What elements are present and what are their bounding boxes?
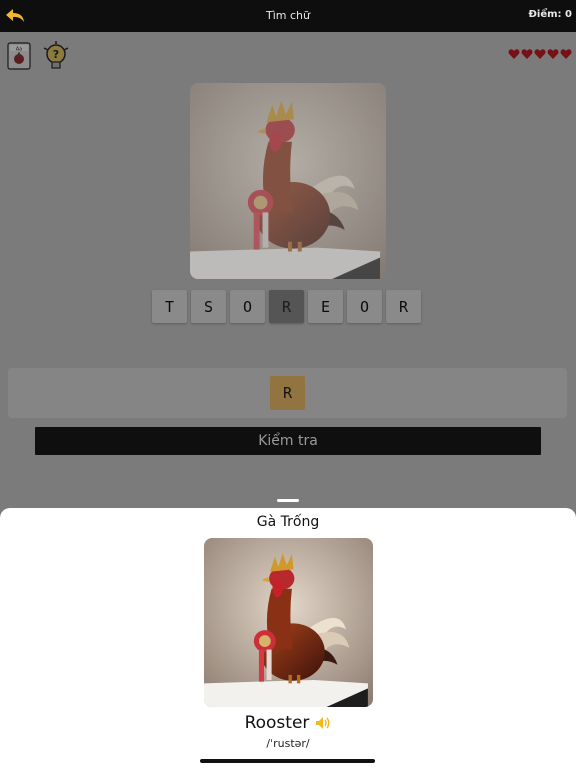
check-button[interactable]: Kiểm tra <box>35 427 541 455</box>
result-sheet: Gà Trống Rooster /ˈrustər/ <box>0 508 576 768</box>
result-image <box>204 538 373 707</box>
heart-icon <box>521 49 533 59</box>
lives-hearts <box>508 48 572 60</box>
puzzle-image <box>190 83 386 279</box>
svg-text:?: ? <box>53 48 59 61</box>
top-bar: Tìm chữ Điểm: 0 <box>0 0 576 32</box>
word-row: Rooster <box>0 713 576 733</box>
pronunciation: /ˈrustər/ <box>266 737 310 750</box>
letter-tile[interactable]: T <box>152 290 187 323</box>
home-indicator[interactable] <box>200 759 375 763</box>
page-title: Tìm chữ <box>266 9 310 22</box>
letter-tile[interactable]: R <box>386 290 421 323</box>
book-badge-text: Aa <box>16 47 22 53</box>
heart-icon <box>534 49 546 59</box>
letter-tile[interactable]: S <box>191 290 226 323</box>
heart-icon <box>560 49 572 59</box>
answer-tile[interactable]: R <box>270 376 305 410</box>
heart-icon <box>508 49 520 59</box>
game-area: Aa ? TSOREOR R Kiểm tra <box>0 32 576 508</box>
flashcard-book-icon[interactable]: Aa <box>7 42 31 70</box>
sheet-title: Gà Trống <box>256 514 320 530</box>
letter-tile[interactable]: R <box>269 290 304 323</box>
speaker-icon[interactable] <box>315 716 331 730</box>
english-word: Rooster <box>244 713 310 733</box>
heart-icon <box>547 49 559 59</box>
letter-tile[interactable]: O <box>347 290 382 323</box>
answer-box: R <box>8 368 567 418</box>
sheet-drag-handle[interactable] <box>277 499 299 502</box>
letter-tile[interactable]: E <box>308 290 343 323</box>
score-label: Điểm: 0 <box>528 9 572 20</box>
letter-tiles: TSOREOR <box>152 290 421 323</box>
hint-lightbulb-icon[interactable]: ? <box>41 40 71 72</box>
letter-tile[interactable]: O <box>230 290 265 323</box>
